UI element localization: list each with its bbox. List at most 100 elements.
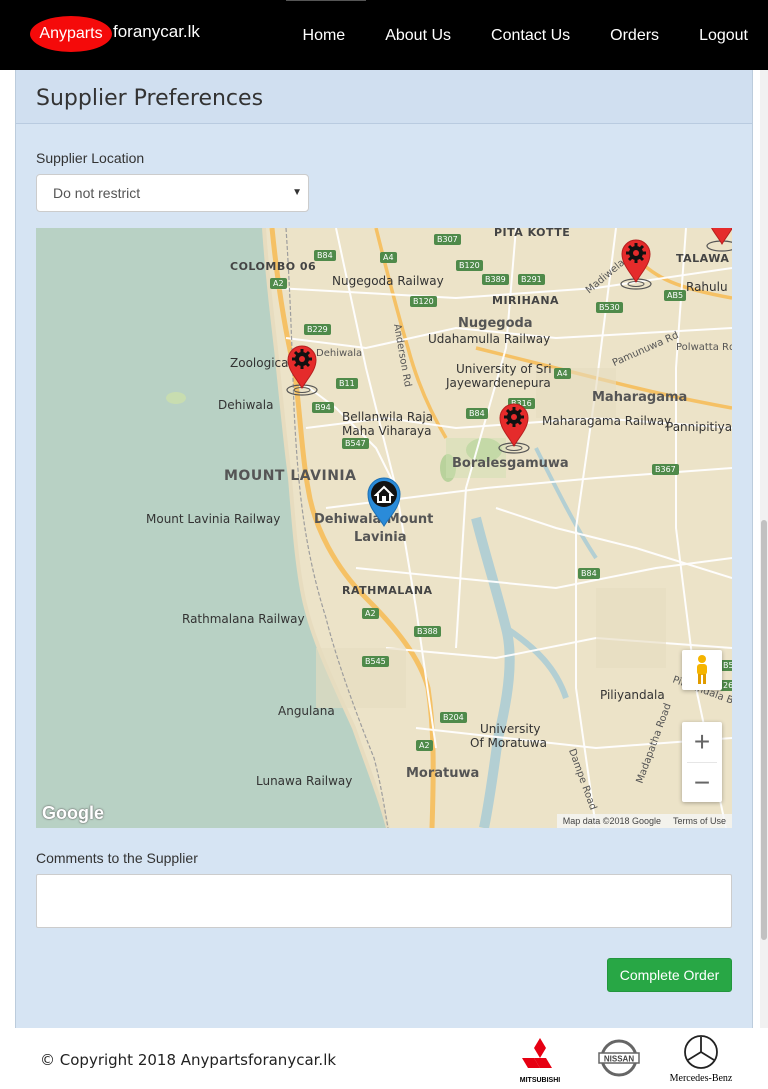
map-label: Polwatta Rd bbox=[676, 342, 732, 353]
supplier-marker-pin[interactable] bbox=[706, 228, 732, 254]
map-data-text: Map data ©2018 Google bbox=[562, 816, 661, 826]
terms-of-use-link[interactable]: Terms of Use bbox=[673, 816, 726, 826]
map-label: Maharagama Railway bbox=[542, 414, 672, 428]
supplier-marker-pin[interactable] bbox=[620, 238, 652, 292]
road-badge: B11 bbox=[336, 378, 358, 389]
map-label: Pannipitiya bbox=[666, 420, 732, 434]
road-badge: A2 bbox=[270, 278, 287, 289]
map-label: Mount Lavinia Railway bbox=[146, 512, 281, 526]
road-badge: B229 bbox=[304, 324, 331, 335]
comments-label: Comments to the Supplier bbox=[36, 850, 198, 866]
supplier-location-label: Supplier Location bbox=[36, 150, 145, 166]
zoom-in-button[interactable]: + bbox=[682, 722, 722, 762]
zoom-control: + − bbox=[682, 722, 722, 802]
nav-contact-us[interactable]: Contact Us bbox=[491, 25, 570, 45]
brand-oval: Anyparts bbox=[30, 16, 112, 52]
road-badge: B307 bbox=[434, 234, 461, 245]
road-badge: B84 bbox=[314, 250, 336, 261]
complete-order-button[interactable]: Complete Order bbox=[607, 958, 732, 992]
nissan-icon: NISSAN bbox=[598, 1039, 640, 1077]
map-label: Angulana bbox=[278, 704, 335, 718]
supplier-map[interactable]: B307 B84 A4 B120 A2 B389 B291 B120 B530 … bbox=[36, 228, 732, 828]
road-badge: AB5 bbox=[664, 290, 687, 301]
map-label: Boralesgamuwa bbox=[452, 456, 569, 471]
road-badge: B84 bbox=[466, 408, 488, 419]
map-label: Of Moratuwa bbox=[470, 736, 547, 750]
home-marker-pin[interactable] bbox=[366, 474, 401, 528]
scrollbar-track[interactable] bbox=[760, 70, 768, 1028]
map-label: Lavinia bbox=[354, 530, 407, 545]
brand-text: foranycar.lk bbox=[113, 22, 200, 41]
map-label: Udahamulla Railway bbox=[428, 332, 551, 346]
scrollbar-thumb[interactable] bbox=[761, 520, 767, 940]
map-label: MOUNT LAVINIA bbox=[224, 468, 357, 484]
map-label: Maharagama bbox=[592, 390, 688, 405]
nissan-label: NISSAN bbox=[604, 1055, 634, 1064]
road-badge: B367 bbox=[652, 464, 679, 475]
nav-links: Home About Us Contact Us Orders Logout bbox=[303, 0, 748, 70]
road-badge: A2 bbox=[362, 608, 379, 619]
map-label: Bellanwila Raja bbox=[342, 410, 434, 424]
nav-home[interactable]: Home bbox=[303, 25, 346, 45]
google-logo[interactable]: Google bbox=[42, 803, 104, 824]
zoom-out-button[interactable]: − bbox=[682, 763, 722, 803]
road-badge: A4 bbox=[380, 252, 397, 263]
nav-about-us[interactable]: About Us bbox=[385, 25, 451, 45]
mercedes-logo: Mercedes-Benz bbox=[668, 1034, 734, 1084]
road-badge: B204 bbox=[440, 712, 467, 723]
map-label: Jayewardenepura bbox=[446, 376, 551, 390]
mercedes-label: Mercedes-Benz bbox=[669, 1073, 733, 1084]
supplier-location-value: Do not restrict bbox=[53, 185, 141, 201]
nav-logout[interactable]: Logout bbox=[699, 25, 748, 45]
road-badge: B84 bbox=[578, 568, 600, 579]
map-label: Rathmalana Railway bbox=[182, 612, 305, 626]
map-label: PITA KOTTE bbox=[494, 228, 571, 239]
panel-title: Supplier Preferences bbox=[36, 86, 264, 111]
mitsubishi-icon bbox=[522, 1038, 552, 1068]
road-badge: B120 bbox=[456, 260, 483, 271]
map-label: Moratuwa bbox=[406, 766, 480, 781]
map-attribution: Map data ©2018 Google Terms of Use bbox=[556, 814, 732, 828]
map-label: Nugegoda Railway bbox=[332, 274, 444, 288]
road-badge: B94 bbox=[312, 402, 334, 413]
map-label: RATHMALANA bbox=[342, 584, 433, 597]
supplier-location-select[interactable]: Do not restrict ▼ bbox=[36, 174, 309, 212]
mitsubishi-label: MITSUBISHI bbox=[519, 1077, 561, 1084]
map-label: University bbox=[480, 722, 541, 736]
road-badge: B389 bbox=[482, 274, 509, 285]
supplier-marker-pin[interactable] bbox=[286, 344, 318, 398]
map-label: Rahulu bbox=[686, 280, 728, 294]
map-label: Maha Viharaya bbox=[342, 424, 432, 438]
navbar: Anyparts foranycar.lk Home About Us Cont… bbox=[0, 0, 768, 70]
road-badge: B120 bbox=[410, 296, 437, 307]
nissan-logo: NISSAN bbox=[596, 1038, 642, 1083]
comments-textarea[interactable] bbox=[36, 874, 732, 928]
map-label: Nugegoda bbox=[458, 316, 533, 331]
road-badge: A2 bbox=[416, 740, 433, 751]
road-badge: B388 bbox=[414, 626, 441, 637]
copyright-text: © Copyright 2018 Anypartsforanycar.lk bbox=[40, 1051, 337, 1069]
map-label: MIRIHANA bbox=[492, 294, 560, 307]
road-badge: A4 bbox=[554, 368, 571, 379]
road-badge: B291 bbox=[518, 274, 545, 285]
mercedes-icon bbox=[684, 1035, 718, 1069]
chevron-down-icon: ▼ bbox=[292, 187, 302, 198]
map-base bbox=[36, 228, 732, 828]
street-view-pegman-icon[interactable] bbox=[682, 650, 722, 690]
map-label: Dehiwala bbox=[316, 348, 363, 359]
map-label: Lunawa Railway bbox=[256, 774, 353, 788]
road-badge: B547 bbox=[342, 438, 369, 449]
brand-logo[interactable]: Anyparts foranycar.lk bbox=[30, 16, 200, 52]
panel-header: Supplier Preferences bbox=[16, 70, 752, 124]
map-label: Zoological bbox=[230, 356, 292, 370]
nav-orders[interactable]: Orders bbox=[610, 25, 659, 45]
supplier-marker-pin[interactable] bbox=[498, 402, 530, 456]
footer: © Copyright 2018 Anypartsforanycar.lk MI… bbox=[0, 1028, 768, 1089]
map-label: COLOMBO 06 bbox=[230, 260, 317, 273]
map-label: University of Sri bbox=[456, 362, 552, 376]
map-label: Dehiwala bbox=[218, 398, 274, 412]
road-badge: B530 bbox=[596, 302, 623, 313]
map-label: Piliyandala bbox=[600, 688, 665, 702]
road-badge: B545 bbox=[362, 656, 389, 667]
mitsubishi-logo: MITSUBISHI bbox=[518, 1038, 562, 1084]
